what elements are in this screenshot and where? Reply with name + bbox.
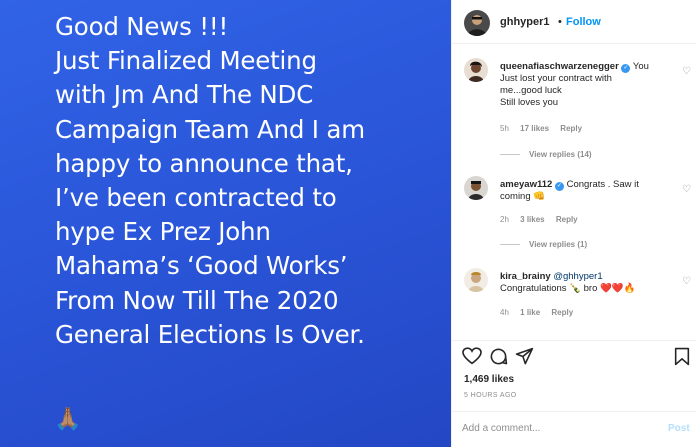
- divider: [500, 154, 520, 156]
- post-header: ghhyper1 • Follow: [452, 0, 696, 44]
- comment-body: Still loves you: [500, 97, 559, 108]
- comment-meta: 2h 3 likes Reply: [500, 215, 587, 224]
- comment-body: You: [632, 61, 649, 72]
- comment-likes[interactable]: 1 like: [520, 308, 540, 317]
- post-line: Campaign Team And I am: [55, 114, 365, 144]
- comment-age: 4h: [500, 308, 509, 317]
- follow-button[interactable]: Follow: [566, 16, 601, 28]
- post-line: happy to announce that,: [55, 148, 353, 178]
- comment-text: ameyaw112 ✓ Congrats . Saw it coming 👊: [500, 179, 672, 203]
- separator-dot: •: [558, 16, 562, 28]
- comment-meta: 5h 17 likes Reply: [500, 124, 591, 133]
- share-icon[interactable]: [515, 347, 534, 371]
- comment-text: queenafiaschwarzenegger ✓ You Just lost …: [500, 61, 672, 109]
- reply-button[interactable]: Reply: [560, 124, 582, 133]
- view-replies-label: View replies (1): [529, 240, 588, 249]
- praying-hands-emoji: 🙏🏽: [54, 406, 82, 431]
- comment-icon[interactable]: [489, 347, 508, 371]
- heart-icon[interactable]: [462, 347, 482, 370]
- avatar[interactable]: [464, 10, 490, 36]
- reply-button[interactable]: Reply: [551, 308, 573, 317]
- reply-button[interactable]: Reply: [556, 215, 578, 224]
- comment-body: Just lost your contract with: [500, 73, 612, 84]
- post-line: I’ve been contracted to: [55, 183, 337, 213]
- avatar[interactable]: [464, 268, 488, 292]
- post-sidebar: ghhyper1 • Follow queenafiaschwarzenegge…: [451, 0, 696, 447]
- post-text: Good News !!! Just Finalized Meeting wit…: [55, 10, 447, 352]
- header-username[interactable]: ghhyper1: [500, 16, 550, 28]
- post-line: Good News !!!: [55, 12, 229, 41]
- comment-composer: Post: [452, 411, 696, 447]
- post-line: hype Ex Prez John: [55, 217, 271, 247]
- comment-likes[interactable]: 3 likes: [520, 215, 544, 224]
- like-comment-heart-icon[interactable]: ♡: [682, 184, 691, 195]
- comment-likes[interactable]: 17 likes: [520, 124, 549, 133]
- comment-username[interactable]: queenafiaschwarzenegger: [500, 61, 619, 72]
- view-replies-label: View replies (14): [529, 150, 592, 159]
- comment-age: 2h: [500, 215, 509, 224]
- verified-badge-icon: ✓: [554, 182, 564, 191]
- verified-badge-icon: ✓: [621, 64, 631, 73]
- post-image: Good News !!! Just Finalized Meeting wit…: [0, 0, 451, 447]
- comment-text: kira_brainy @ghhyper1 Congratulations 🍾 …: [500, 271, 672, 295]
- post-line: Just Finalized Meeting: [55, 46, 317, 76]
- like-comment-heart-icon[interactable]: ♡: [682, 276, 691, 287]
- post-line: Mahama’s ‘Good Works’: [55, 251, 348, 281]
- add-comment-input[interactable]: [462, 423, 642, 434]
- like-comment-heart-icon[interactable]: ♡: [682, 66, 691, 77]
- avatar[interactable]: [464, 176, 488, 200]
- post-button[interactable]: Post: [668, 423, 690, 434]
- post-line: General Elections Is Over.: [55, 319, 365, 349]
- avatar[interactable]: [464, 58, 488, 82]
- comment-username[interactable]: ameyaw112: [500, 179, 552, 190]
- comment-age: 5h: [500, 124, 509, 133]
- comment-username[interactable]: kira_brainy: [500, 271, 551, 282]
- bookmark-icon[interactable]: [674, 347, 690, 371]
- post-line: with Jm And The NDC: [55, 80, 314, 110]
- likes-count[interactable]: 1,469 likes: [464, 374, 514, 385]
- divider: [500, 244, 520, 246]
- action-bar: 1,469 likes 5 HOURS AGO: [452, 340, 696, 410]
- comment-meta: 4h 1 like Reply: [500, 308, 582, 317]
- comment-body: me...good luck: [500, 85, 562, 96]
- view-replies-button[interactable]: View replies (14): [500, 150, 592, 159]
- view-replies-button[interactable]: View replies (1): [500, 240, 587, 249]
- mention-link[interactable]: @ghhyper1: [553, 271, 602, 282]
- comment-body: Congratulations 🍾 bro ❤️❤️🔥: [500, 283, 636, 294]
- post-time: 5 HOURS AGO: [464, 392, 517, 399]
- post-line: From Now Till The 2020: [55, 285, 339, 315]
